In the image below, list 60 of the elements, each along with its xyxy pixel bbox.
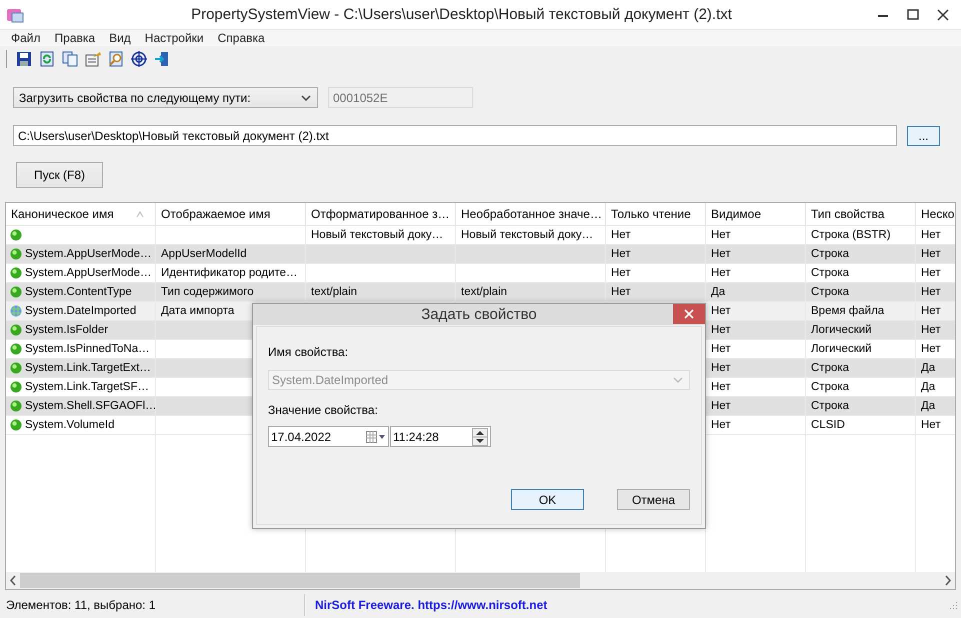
table-cell: Нет <box>711 400 731 412</box>
table-cell: System.AppUserMode… <box>25 248 152 260</box>
table-cell: text/plain <box>461 286 508 298</box>
table-cell: Нет <box>711 362 731 374</box>
table-cell: Строка <box>811 286 850 298</box>
table-cell: Нет <box>611 248 631 260</box>
table-cell: CLSID <box>811 419 845 431</box>
table-cell: Нет <box>611 229 631 241</box>
table-cell: Дата импорта <box>161 305 234 317</box>
table-cell: System.Link.TargetExt… <box>25 362 151 374</box>
table-cell: Да <box>711 286 726 298</box>
table-cell: Нет <box>921 286 941 298</box>
table-cell: Время файла <box>811 305 884 317</box>
table-cell: Нет <box>711 267 731 279</box>
table-cell: Нет <box>711 343 731 355</box>
field-label: Имя свойства: <box>268 345 350 360</box>
table-cell: Идентификатор родите… <box>161 267 298 279</box>
table-cell: System.IsFolder <box>25 324 108 336</box>
table-cell: Нет <box>711 419 731 431</box>
table-cell: System.DateImported <box>25 305 136 317</box>
table-cell: Нет <box>921 324 941 336</box>
table-cell: Новый текстовый доку… <box>311 229 444 241</box>
table-cell: Нет <box>921 419 941 431</box>
table-cell: System.VolumeId <box>25 419 114 431</box>
table-cell: System.AppUserMode… <box>25 267 152 279</box>
table-cell: AppUserModelId <box>161 248 247 260</box>
table-cell: System.IsPinnedToNa… <box>25 343 150 355</box>
table-cell: Нет <box>921 305 941 317</box>
table-cell: Да <box>921 381 936 393</box>
field-label: Значение свойства: <box>268 403 379 418</box>
table-cell: System.ContentType <box>25 286 132 298</box>
table-cell: Строка <box>811 381 850 393</box>
table-cell: Нет <box>611 286 631 298</box>
table-cell: text/plain <box>311 286 358 298</box>
table-cell: Нет <box>921 267 941 279</box>
table-cell: Логический <box>811 324 872 336</box>
table-cell: Тип содержимого <box>161 286 254 298</box>
table-cell: Строка <box>811 362 850 374</box>
table-cell: Строка (BSTR) <box>811 229 891 241</box>
table-cell: Нет <box>711 248 731 260</box>
table-cell: Нет <box>711 381 731 393</box>
dialog-title: Задать свойство <box>421 306 537 323</box>
table-cell: System.Link.TargetSF… <box>25 381 149 393</box>
table-cell: System.Shell.SFGAOFl… <box>25 400 155 412</box>
table-cell: Строка <box>811 400 850 412</box>
table-cell: Новый текстовый доку… <box>461 229 594 241</box>
table-cell: Нет <box>711 305 731 317</box>
table-cell: Нет <box>921 248 941 260</box>
table-cell: Да <box>921 362 936 374</box>
status-text: Элементов: 11, выбрано: 1 <box>0 594 305 616</box>
window-title: PropertySystemView - C:\Users\user\Desktop\Новый текстовый документ (2).txt <box>190 6 733 23</box>
table-cell: Строка <box>811 267 850 279</box>
table-cell: Строка <box>811 248 850 260</box>
table-cell: Логический <box>811 343 872 355</box>
table-cell: Нет <box>711 229 731 241</box>
table-cell: Да <box>921 400 936 412</box>
table-cell: Нет <box>711 324 731 336</box>
table-cell: Нет <box>921 229 941 241</box>
table-cell: Нет <box>921 343 941 355</box>
table-cell: Нет <box>611 267 631 279</box>
